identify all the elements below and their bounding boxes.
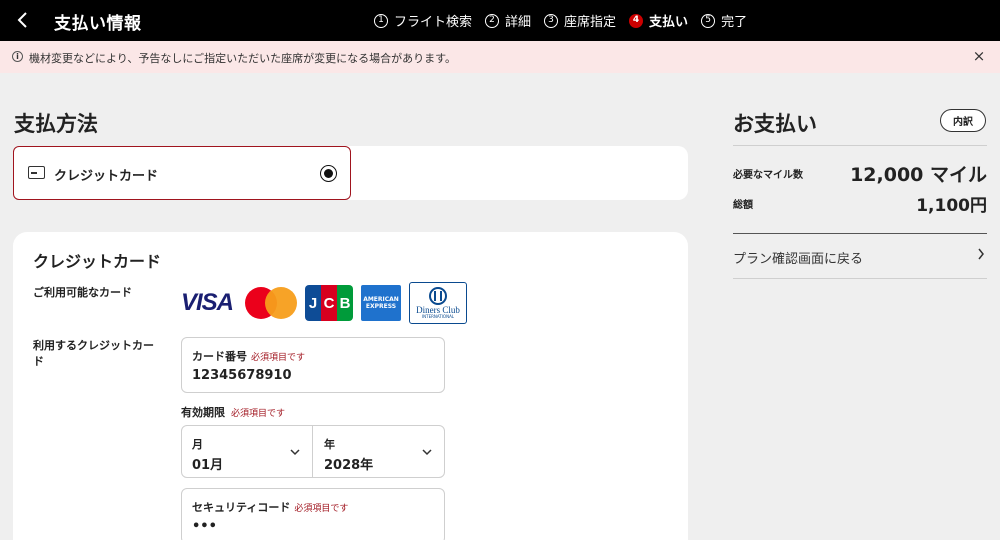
jcb-letter: J — [305, 285, 322, 321]
month-value: 01月 — [192, 458, 224, 473]
available-cards-label: ご利用可能なカード — [33, 286, 132, 299]
jcb-letter: C — [321, 285, 338, 321]
step-label: 詳細 — [505, 15, 532, 30]
chevron-left-icon — [17, 12, 27, 28]
expiry-label-text: 有効期限 — [181, 406, 225, 419]
notice-bar: i 機材変更などにより、予告なしにご指定いただいた座席が変更になる場合があります… — [0, 41, 1000, 73]
diners-text: INTERNATIONAL — [421, 313, 455, 319]
step-number: 2 — [485, 13, 500, 28]
year-select[interactable]: 年 2028年 — [314, 426, 445, 477]
miles-value: 12,000 マイル — [850, 164, 987, 186]
security-code-label: セキュリティコード 必須項目です — [192, 499, 348, 515]
jcb-letter: B — [337, 285, 354, 321]
chevron-down-icon — [290, 449, 300, 456]
progress-steps: 1 フライト検索 2 詳細 3 座席指定 4 支払い 5 完了 — [374, 11, 760, 30]
chevron-down-icon — [422, 449, 432, 456]
step-label: フライト検索 — [394, 15, 473, 30]
security-code-label-text: セキュリティコード — [192, 501, 291, 514]
expiry-fields: 月 01月 年 2028年 — [181, 425, 445, 478]
divider — [733, 278, 987, 279]
payment-option-credit-card[interactable]: クレジットカード — [13, 146, 351, 200]
use-card-label: 利用するクレジットカード — [33, 339, 154, 368]
divider — [733, 145, 987, 146]
card-number-label: カード番号 必須項目です — [192, 348, 305, 364]
month-select[interactable]: 月 01月 — [182, 426, 313, 477]
total-value: 1,100円 — [916, 196, 987, 216]
breakdown-button[interactable]: 内訳 — [940, 109, 986, 132]
back-link-text: プラン確認画面に戻る — [733, 252, 864, 267]
step-number: 4 — [629, 13, 644, 28]
payment-option-radio[interactable] — [320, 165, 337, 182]
card-number-value: 12345678910 — [192, 368, 292, 383]
card-number-label-text: カード番号 — [192, 350, 247, 363]
step-label: 完了 — [721, 15, 748, 30]
security-code-value: ••• — [192, 519, 217, 534]
security-code-field[interactable]: セキュリティコード 必須項目です ••• — [181, 488, 445, 540]
card-brand-logos: VISA J C B AMERICAN EXPRESS Diners Club … — [181, 281, 475, 325]
step-number: 1 — [374, 13, 388, 28]
app-header: 支払い情報 1 フライト検索 2 詳細 3 座席指定 4 支払い 5 完了 — [0, 0, 1000, 41]
mastercard-logo — [245, 287, 298, 319]
step-details: 2 詳細 — [485, 11, 531, 30]
step-number: 5 — [701, 13, 716, 28]
close-icon[interactable]: × — [970, 47, 988, 65]
total-label: 総額 — [733, 200, 753, 211]
expiry-label: 有効期限 必須項目です — [181, 404, 285, 420]
notice-text: 機材変更などにより、予告なしにご指定いただいた座席が変更になる場合があります。 — [29, 52, 457, 65]
step-flight-search: 1 フライト検索 — [374, 11, 472, 30]
year-value: 2028年 — [324, 458, 374, 473]
required-note: 必須項目です — [231, 409, 286, 419]
payment-method-row: クレジットカード — [13, 146, 688, 200]
back-button[interactable] — [8, 6, 36, 34]
required-note: 必須項目です — [251, 353, 306, 363]
step-payment: 4 支払い — [629, 11, 688, 30]
chevron-right-icon — [978, 248, 984, 260]
amex-text: EXPRESS — [365, 303, 397, 310]
payment-option-label: クレジットカード — [54, 169, 159, 184]
step-complete: 5 完了 — [701, 11, 747, 30]
required-note: 必須項目です — [294, 504, 349, 514]
step-label: 支払い — [649, 15, 689, 30]
step-number: 3 — [544, 13, 559, 28]
month-label: 月 — [192, 438, 203, 451]
credit-card-icon — [28, 166, 45, 179]
amex-text: AMERICAN — [363, 295, 399, 303]
card-number-field[interactable]: カード番号 必須項目です 12345678910 — [181, 337, 445, 393]
back-to-plan-link[interactable]: プラン確認画面に戻る — [733, 234, 987, 278]
card-panel-title: クレジットカード — [33, 252, 162, 271]
visa-logo: VISA — [181, 289, 234, 316]
step-label: 座席指定 — [564, 15, 617, 30]
amex-logo: AMERICAN EXPRESS — [361, 285, 402, 321]
page-title: 支払い情報 — [54, 14, 142, 34]
miles-label: 必要なマイル数 — [733, 170, 803, 181]
jcb-logo: J C B — [305, 285, 354, 321]
payment-method-title: 支払方法 — [14, 112, 98, 136]
diners-club-logo: Diners Club INTERNATIONAL — [409, 282, 468, 324]
credit-card-panel: クレジットカード ご利用可能なカード VISA J C B AMERICAN E… — [13, 232, 688, 540]
year-label: 年 — [324, 438, 335, 451]
step-seat-selection: 3 座席指定 — [544, 11, 616, 30]
summary-title: お支払い — [733, 112, 817, 136]
info-icon: i — [12, 51, 23, 62]
